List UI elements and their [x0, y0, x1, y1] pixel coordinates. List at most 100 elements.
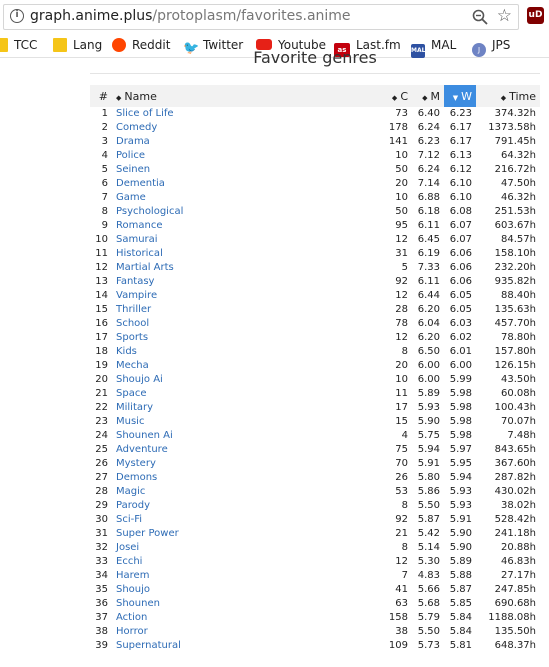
zoom-icon[interactable] — [472, 9, 488, 25]
genre-name-link[interactable]: Josei — [112, 541, 374, 555]
genre-name-link[interactable]: Shounen Ai — [112, 429, 374, 443]
weighted-score-cell: 5.85 — [449, 598, 472, 609]
row-number: 21 — [95, 388, 108, 399]
table-row: 10 Samurai 12 6.45 6.07 84.57h — [90, 233, 540, 247]
table-row: 15 Thriller 28 6.20 6.05 135.63h — [90, 303, 540, 317]
weighted-score-cell: 6.23 — [449, 108, 472, 119]
weighted-score-cell: 6.05 — [449, 304, 472, 315]
genre-name-link[interactable]: Music — [112, 415, 374, 429]
mean-score-cell: 7.12 — [417, 150, 440, 161]
weighted-score-cell: 5.99 — [449, 374, 472, 385]
genre-name-link[interactable]: Samurai — [112, 233, 374, 247]
time-cell: 78.80h — [501, 332, 536, 343]
table-row: 3 Drama 141 6.23 6.17 791.45h — [90, 135, 540, 149]
genre-name-link[interactable]: Game — [112, 191, 374, 205]
time-cell: 7.48h — [507, 430, 536, 441]
mean-score-cell: 5.68 — [417, 598, 440, 609]
info-icon[interactable]: i — [10, 9, 24, 23]
table-row: 27 Demons 26 5.80 5.94 287.82h — [90, 471, 540, 485]
bookmark-star-icon[interactable]: ☆ — [497, 6, 512, 26]
genre-name-link[interactable]: Drama — [112, 135, 374, 149]
column-header-name[interactable]: ◆ Name — [112, 85, 374, 107]
mean-score-cell: 6.44 — [417, 290, 440, 301]
count-cell: 10 — [395, 150, 408, 161]
table-row: 33 Ecchi 12 5.30 5.89 46.83h — [90, 555, 540, 569]
genre-name-link[interactable]: Comedy — [112, 121, 374, 135]
table-row: 4 Police 10 7.12 6.13 64.32h — [90, 149, 540, 163]
genre-name-link[interactable]: Shounen — [112, 597, 374, 611]
row-number: 23 — [95, 416, 108, 427]
column-header-count[interactable]: ◆ C — [374, 85, 412, 107]
address-bar[interactable]: i graph.anime.plus/protoplasm/favorites.… — [3, 4, 519, 30]
genre-name-link[interactable]: Magic — [112, 485, 374, 499]
genre-name-link[interactable]: Seinen — [112, 163, 374, 177]
page-title: Favorite genres — [253, 48, 377, 67]
genre-name-link[interactable]: Action — [112, 611, 374, 625]
table-row: 16 School 78 6.04 6.03 457.70h — [90, 317, 540, 331]
genre-name-link[interactable]: Demons — [112, 471, 374, 485]
genre-name-link[interactable]: Space — [112, 387, 374, 401]
mean-score-cell: 4.83 — [417, 570, 440, 581]
bookmark-tcc[interactable]: TCC — [0, 37, 37, 53]
genre-name-link[interactable]: Shoujo — [112, 583, 374, 597]
sort-icon: ◆ — [422, 93, 428, 102]
table-row: 24 Shounen Ai 4 5.75 5.98 7.48h — [90, 429, 540, 443]
column-header-time[interactable]: ◆ Time — [476, 85, 540, 107]
genre-name-link[interactable]: Mecha — [112, 359, 374, 373]
genre-name-link[interactable]: Psychological — [112, 205, 374, 219]
column-header-mean[interactable]: ◆ M — [412, 85, 444, 107]
row-number: 2 — [101, 122, 108, 133]
genre-name-link[interactable]: Romance — [112, 219, 374, 233]
weighted-score-cell: 5.81 — [449, 640, 472, 651]
genre-name-link[interactable]: Historical — [112, 247, 374, 261]
genre-name-link[interactable]: Slice of Life — [112, 107, 374, 121]
genre-name-link[interactable]: Supernatural — [112, 639, 374, 653]
genre-name-link[interactable]: Police — [112, 149, 374, 163]
mean-score-cell: 5.80 — [417, 472, 440, 483]
genre-name-link[interactable]: Martial Arts — [112, 261, 374, 275]
row-number: 6 — [101, 178, 108, 189]
genre-name-link[interactable]: Military — [112, 401, 374, 415]
genre-name-link[interactable]: School — [112, 317, 374, 331]
weighted-score-cell: 6.01 — [449, 346, 472, 357]
row-number: 26 — [95, 458, 108, 469]
column-header-weighted[interactable]: ▼ W — [444, 85, 476, 107]
genre-name-link[interactable]: Dementia — [112, 177, 374, 191]
row-number: 28 — [95, 486, 108, 497]
time-cell: 374.32h — [494, 108, 536, 119]
genre-name-link[interactable]: Harem — [112, 569, 374, 583]
genre-name-link[interactable]: Vampire — [112, 289, 374, 303]
genre-name-link[interactable]: Shoujo Ai — [112, 373, 374, 387]
mean-score-cell: 5.73 — [417, 640, 440, 651]
table-row: 2 Comedy 178 6.24 6.17 1373.58h — [90, 121, 540, 135]
table-row: 5 Seinen 50 6.24 6.12 216.72h — [90, 163, 540, 177]
table-row: 25 Adventure 75 5.94 5.97 843.65h — [90, 443, 540, 457]
table-row: 35 Shoujo 41 5.66 5.87 247.85h — [90, 583, 540, 597]
row-number: 33 — [95, 556, 108, 567]
count-cell: 73 — [395, 108, 408, 119]
genre-name-link[interactable]: Thriller — [112, 303, 374, 317]
genre-name-link[interactable]: Parody — [112, 499, 374, 513]
url-text[interactable]: graph.anime.plus/protoplasm/favorites.an… — [30, 8, 351, 24]
genre-name-link[interactable]: Kids — [112, 345, 374, 359]
genre-name-link[interactable]: Fantasy — [112, 275, 374, 289]
weighted-score-cell: 6.07 — [449, 220, 472, 231]
folder-icon — [53, 38, 67, 52]
genre-name-link[interactable]: Super Power — [112, 527, 374, 541]
genre-name-link[interactable]: Horror — [112, 625, 374, 639]
table-row: 20 Shoujo Ai 10 6.00 5.99 43.50h — [90, 373, 540, 387]
mean-score-cell: 5.89 — [417, 388, 440, 399]
ublock-extension-icon[interactable]: uD — [527, 7, 544, 24]
genre-name-link[interactable]: Adventure — [112, 443, 374, 457]
count-cell: 78 — [395, 318, 408, 329]
genre-name-link[interactable]: Ecchi — [112, 555, 374, 569]
mean-score-cell: 6.40 — [417, 108, 440, 119]
column-header-num[interactable]: # — [90, 85, 112, 107]
table-row: 11 Historical 31 6.19 6.06 158.10h — [90, 247, 540, 261]
weighted-score-cell: 5.94 — [449, 472, 472, 483]
genre-name-link[interactable]: Mystery — [112, 457, 374, 471]
genre-name-link[interactable]: Sci-Fi — [112, 513, 374, 527]
row-number: 22 — [95, 402, 108, 413]
genre-name-link[interactable]: Sports — [112, 331, 374, 345]
mean-score-cell: 5.66 — [417, 584, 440, 595]
